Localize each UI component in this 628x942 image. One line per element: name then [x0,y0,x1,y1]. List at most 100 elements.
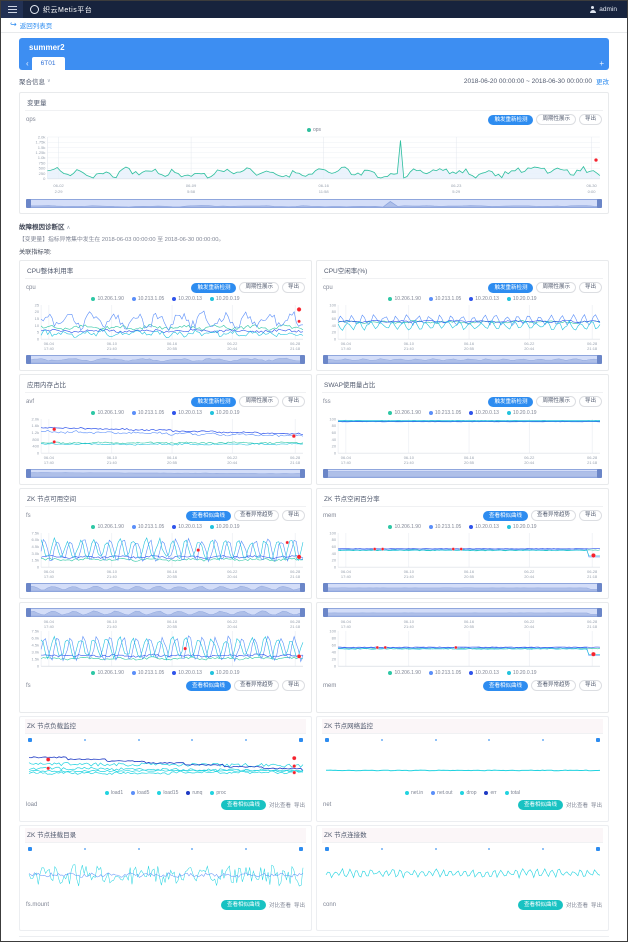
trend-button[interactable]: 查看异常趋势 [234,510,279,521]
trend-button[interactable]: 查看异常趋势 [234,680,279,691]
detect-button[interactable]: 触发重新检测 [191,283,236,293]
detect-button[interactable]: 触发重新检测 [488,115,533,125]
chart-legend: 10.206.1.9010.213.1.0510.20.0.1310.20.0.… [322,295,603,303]
range-slider[interactable] [323,469,602,478]
export-button[interactable]: 导出 [579,282,602,293]
slider-handle-icon[interactable] [299,738,303,742]
range-slider[interactable] [323,355,602,364]
metric-card-zk-space: ZK 节点可用空间 fs 查看相似曲线 查看异常趋势 导出 10.206.1.9… [19,488,312,599]
diagnosis-title[interactable]: 故障根因诊断区 ∧ [19,221,609,231]
range-slider[interactable] [323,583,602,592]
slider-handle-icon[interactable] [299,847,303,851]
trend-button[interactable]: 查看异常趋势 [531,680,576,691]
range-slider[interactable] [26,469,305,478]
trend-button[interactable]: 查看异常趋势 [531,510,576,521]
app-title: 织云Metis平台 [43,5,92,15]
svg-text:17:40: 17:40 [44,460,55,465]
svg-text:21:40: 21:40 [404,346,415,351]
change-daterange-link[interactable]: 更改 [596,76,609,86]
svg-text:40: 40 [332,551,337,556]
chevron-down-icon[interactable]: ∨ [47,78,51,84]
mini-range-bar[interactable] [25,736,306,744]
export-link[interactable]: 导出 [294,901,305,909]
svg-text:1.2k: 1.2k [32,430,40,435]
svg-text:7.5k: 7.5k [32,531,40,535]
compare-link[interactable]: 对比查看 [566,901,588,909]
user-menu[interactable]: admin [589,6,627,13]
mini-range-bar[interactable] [322,845,603,853]
hamburger-menu-icon[interactable] [1,1,23,18]
breadcrumb: ↩ 返回列表页 [1,18,627,33]
periodic-button[interactable]: 周期性展示 [536,282,576,293]
chart-canvas: 10080604020006-0417:4006-1021:4006-1620:… [322,303,603,353]
svg-text:11:58: 11:58 [319,189,330,194]
range-slider[interactable] [26,608,305,617]
svg-text:3.0k: 3.0k [32,649,40,654]
mini-range-bar[interactable] [25,845,306,853]
svg-text:6.0k: 6.0k [32,635,40,640]
compare-link[interactable]: 对比查看 [269,801,291,809]
range-slider[interactable] [26,199,602,208]
card-title: ZK 节点可用空间 [25,492,306,507]
periodic-button[interactable]: 周期性展示 [239,282,279,293]
detect-button[interactable]: 触发重新检测 [488,283,533,293]
similar-button[interactable]: 查看相似曲线 [186,511,231,521]
svg-text:21:18: 21:18 [290,574,301,579]
similar-button[interactable]: 查看相似曲线 [186,681,231,691]
card-title: ZK 节点句柄数 [314,936,609,942]
similar-button[interactable]: 查看相似曲线 [221,800,266,810]
export-button[interactable]: 导出 [579,396,602,407]
export-button[interactable]: 导出 [579,114,602,125]
similar-button[interactable]: 查看相似曲线 [221,900,266,910]
svg-text:17:40: 17:40 [44,574,55,579]
periodic-button[interactable]: 周期性展示 [536,114,576,125]
slider-handle-icon[interactable] [596,738,600,742]
periodic-button[interactable]: 周期性展示 [239,396,279,407]
periodic-button[interactable]: 周期性展示 [536,396,576,407]
export-button[interactable]: 导出 [282,510,305,521]
mini-range-bar[interactable] [322,736,603,744]
compare-link[interactable]: 对比查看 [566,801,588,809]
app-window: 织云Metis平台 admin ↩ 返回列表页 summer2 ‹ 6T01 +… [0,0,628,942]
diagnosis-title-text: 故障根因诊断区 [19,224,65,231]
svg-text:80: 80 [332,635,337,640]
range-slider[interactable] [26,583,305,592]
export-link[interactable]: 导出 [591,901,602,909]
back-link[interactable]: 返回列表页 [20,20,53,30]
svg-text:80: 80 [332,309,337,314]
tab-prev-icon[interactable]: ‹ [23,58,32,70]
export-button[interactable]: 导出 [282,396,305,407]
svg-text:20:44: 20:44 [524,574,535,579]
aggregate-info-label[interactable]: 聚合信息 [19,76,45,86]
tab-metric-set[interactable]: 6T01 [32,57,65,70]
metric-sub-label: net [323,802,331,808]
similar-button[interactable]: 查看相似曲线 [483,511,528,521]
tab-add-icon[interactable]: + [599,59,604,68]
svg-text:20:55: 20:55 [167,574,178,579]
export-button[interactable]: 导出 [282,282,305,293]
compare-link[interactable]: 对比查看 [269,901,291,909]
card-title: CPU空闲率(%) [322,264,603,279]
export-button[interactable]: 导出 [282,680,305,691]
chevron-up-icon: ∧ [66,225,70,231]
similar-button[interactable]: 查看相似曲线 [518,900,563,910]
metric-sub-label: avf [26,399,34,405]
chart-legend: 10.206.1.9010.213.1.0510.20.0.1310.20.0.… [25,295,306,303]
svg-text:10: 10 [35,323,40,328]
metric-card-swap: SWAP使用量占比 fss 触发重新检测 周期性展示 导出 10.206.1.9… [316,374,609,485]
export-link[interactable]: 导出 [294,801,305,809]
range-slider[interactable] [26,355,305,364]
detect-button[interactable]: 触发重新检测 [191,397,236,407]
svg-text:20:44: 20:44 [227,574,238,579]
detect-button[interactable]: 触发重新检测 [488,397,533,407]
svg-text:0: 0 [37,337,40,342]
similar-button[interactable]: 查看相似曲线 [483,681,528,691]
similar-button[interactable]: 查看相似曲线 [518,800,563,810]
slider-handle-icon[interactable] [596,847,600,851]
export-button[interactable]: 导出 [579,510,602,521]
svg-text:17:40: 17:40 [341,624,352,629]
range-slider[interactable] [323,608,602,617]
export-button[interactable]: 导出 [579,680,602,691]
chart-legend: 10.206.1.9010.213.1.0510.20.0.1310.20.0.… [322,669,603,677]
export-link[interactable]: 导出 [591,801,602,809]
